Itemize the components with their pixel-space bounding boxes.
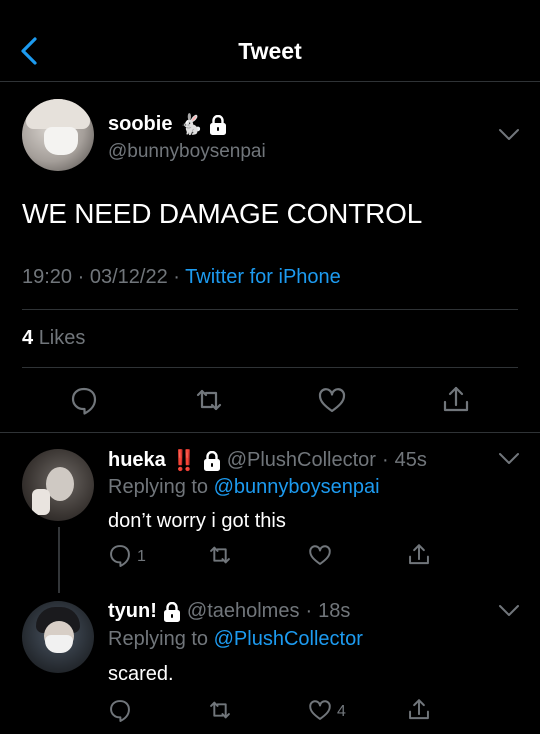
tweet-time: 19:20 bbox=[22, 266, 73, 288]
likes-count-link[interactable]: 4 Likes bbox=[22, 327, 85, 350]
separator: · bbox=[305, 600, 313, 622]
like-count: 4 bbox=[337, 703, 346, 720]
top-bar: Tweet bbox=[0, 0, 540, 82]
separator: · bbox=[381, 449, 389, 471]
share-icon[interactable] bbox=[440, 384, 472, 416]
retweet-icon[interactable] bbox=[193, 384, 225, 416]
reply-count: 1 bbox=[137, 548, 146, 565]
divider bbox=[22, 367, 518, 368]
reply-icon[interactable] bbox=[68, 384, 100, 416]
author-handle[interactable]: @bunnyboysenpai bbox=[108, 141, 266, 163]
heart-icon[interactable] bbox=[316, 384, 348, 416]
retweet-icon[interactable] bbox=[207, 697, 233, 723]
likes-label: Likes bbox=[38, 327, 86, 349]
replying-to-mention[interactable]: @bunnyboysenpai bbox=[214, 476, 380, 498]
thread-line bbox=[58, 527, 60, 593]
reply-header: tyun! @taeholmes · 18s bbox=[108, 600, 350, 623]
avatar[interactable] bbox=[22, 449, 94, 521]
reply-time: 18s bbox=[318, 600, 351, 622]
tweet-source-link[interactable]: Twitter for iPhone bbox=[185, 266, 341, 288]
replying-to-mention[interactable]: @PlushCollector bbox=[214, 628, 363, 650]
reply-icon[interactable] bbox=[107, 697, 133, 723]
heart-icon[interactable] bbox=[307, 542, 333, 568]
double-exclamation-emoji: ‼️ bbox=[171, 450, 197, 472]
separator: · bbox=[77, 266, 85, 288]
replying-to: Replying to @PlushCollector bbox=[108, 628, 363, 651]
retweet-icon[interactable] bbox=[207, 542, 233, 568]
page-title: Tweet bbox=[238, 38, 302, 64]
separator: · bbox=[173, 266, 180, 288]
divider bbox=[22, 309, 518, 310]
avatar[interactable] bbox=[22, 99, 94, 171]
replying-prefix: Replying to bbox=[108, 476, 209, 498]
reply-header: hueka ‼️ @PlushCollector · 45s bbox=[108, 448, 427, 473]
author-name[interactable]: soobie 🐇 bbox=[108, 112, 227, 137]
share-icon[interactable] bbox=[406, 542, 432, 568]
replying-to: Replying to @bunnyboysenpai bbox=[108, 476, 380, 499]
replying-prefix: Replying to bbox=[108, 628, 209, 650]
share-icon[interactable] bbox=[406, 697, 432, 723]
reply-author-name[interactable]: tyun! bbox=[108, 600, 157, 623]
tweet-meta: 19:20 · 03/12/22 · Twitter for iPhone bbox=[22, 266, 341, 289]
avatar[interactable] bbox=[22, 601, 94, 673]
reply-author-handle[interactable]: @PlushCollector bbox=[227, 449, 376, 472]
chevron-down-icon[interactable] bbox=[498, 128, 520, 142]
reply-author-handle[interactable]: @taeholmes bbox=[187, 600, 300, 623]
likes-count: 4 bbox=[22, 327, 34, 349]
lock-icon bbox=[203, 450, 221, 471]
reply-icon[interactable] bbox=[107, 542, 133, 568]
reply-author-name[interactable]: hueka bbox=[108, 449, 166, 472]
reply-text: scared. bbox=[108, 663, 174, 685]
lock-icon bbox=[209, 114, 227, 135]
lock-icon bbox=[163, 601, 181, 622]
tweet-date: 03/12/22 bbox=[89, 266, 168, 288]
divider bbox=[0, 432, 540, 433]
rabbit-emoji: 🐇 bbox=[178, 114, 204, 136]
heart-icon[interactable] bbox=[307, 697, 333, 723]
reply-time: 45s bbox=[394, 449, 427, 471]
tweet-text: WE NEED DAMAGE CONTROL bbox=[22, 198, 423, 229]
reply-text: don’t worry i got this bbox=[108, 510, 286, 532]
chevron-down-icon[interactable] bbox=[498, 604, 520, 618]
chevron-down-icon[interactable] bbox=[498, 452, 520, 466]
author-display-name: soobie bbox=[108, 113, 173, 135]
